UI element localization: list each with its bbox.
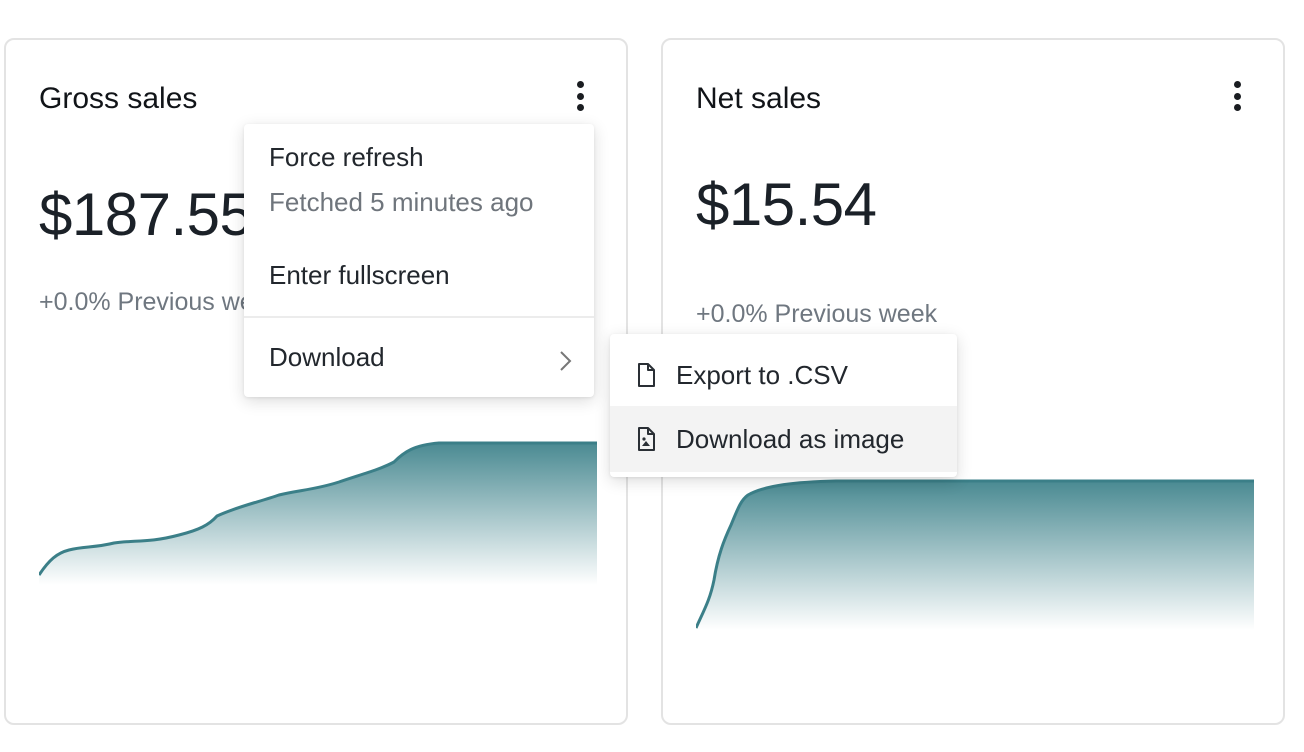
fetched-status: Fetched 5 minutes ago <box>269 187 534 217</box>
enter-fullscreen-item[interactable]: Enter fullscreen <box>244 260 594 291</box>
metric-value: $187.55 <box>39 181 253 248</box>
menu-divider <box>244 316 594 318</box>
force-refresh-item[interactable]: Force refresh Fetched 5 minutes ago <box>244 142 594 218</box>
sparkline-chart <box>696 479 1254 630</box>
sparkline-area <box>696 481 1254 630</box>
dot <box>576 92 584 100</box>
card-title: Gross sales <box>39 82 198 115</box>
dot <box>1233 92 1241 100</box>
download-item[interactable]: Download <box>244 342 594 378</box>
download-image-label: Download as image <box>676 423 905 454</box>
dot <box>1233 104 1241 111</box>
file-icon <box>638 363 655 387</box>
dot <box>576 104 584 111</box>
download-submenu: Export to .CSV Download as image <box>610 334 957 477</box>
sparkline-chart <box>39 441 597 585</box>
sparkline-area <box>39 443 597 585</box>
download-image-item[interactable]: Download as image <box>610 406 957 472</box>
more-options-icon[interactable] <box>570 78 590 114</box>
card-title: Net sales <box>696 82 822 115</box>
chevron-right-icon <box>560 351 572 371</box>
card-options-menu: Force refresh Fetched 5 minutes ago Ente… <box>244 124 594 397</box>
force-refresh-label: Force refresh <box>269 142 424 172</box>
dot <box>1233 81 1241 88</box>
metric-delta: +0.0% Previous week <box>696 300 938 328</box>
export-csv-item[interactable]: Export to .CSV <box>610 342 957 408</box>
dot <box>576 81 584 88</box>
download-label: Download <box>269 342 385 372</box>
more-options-icon[interactable] <box>1227 78 1247 114</box>
export-csv-label: Export to .CSV <box>676 359 848 390</box>
image-file-icon <box>638 427 655 451</box>
metric-value: $15.54 <box>696 171 877 238</box>
